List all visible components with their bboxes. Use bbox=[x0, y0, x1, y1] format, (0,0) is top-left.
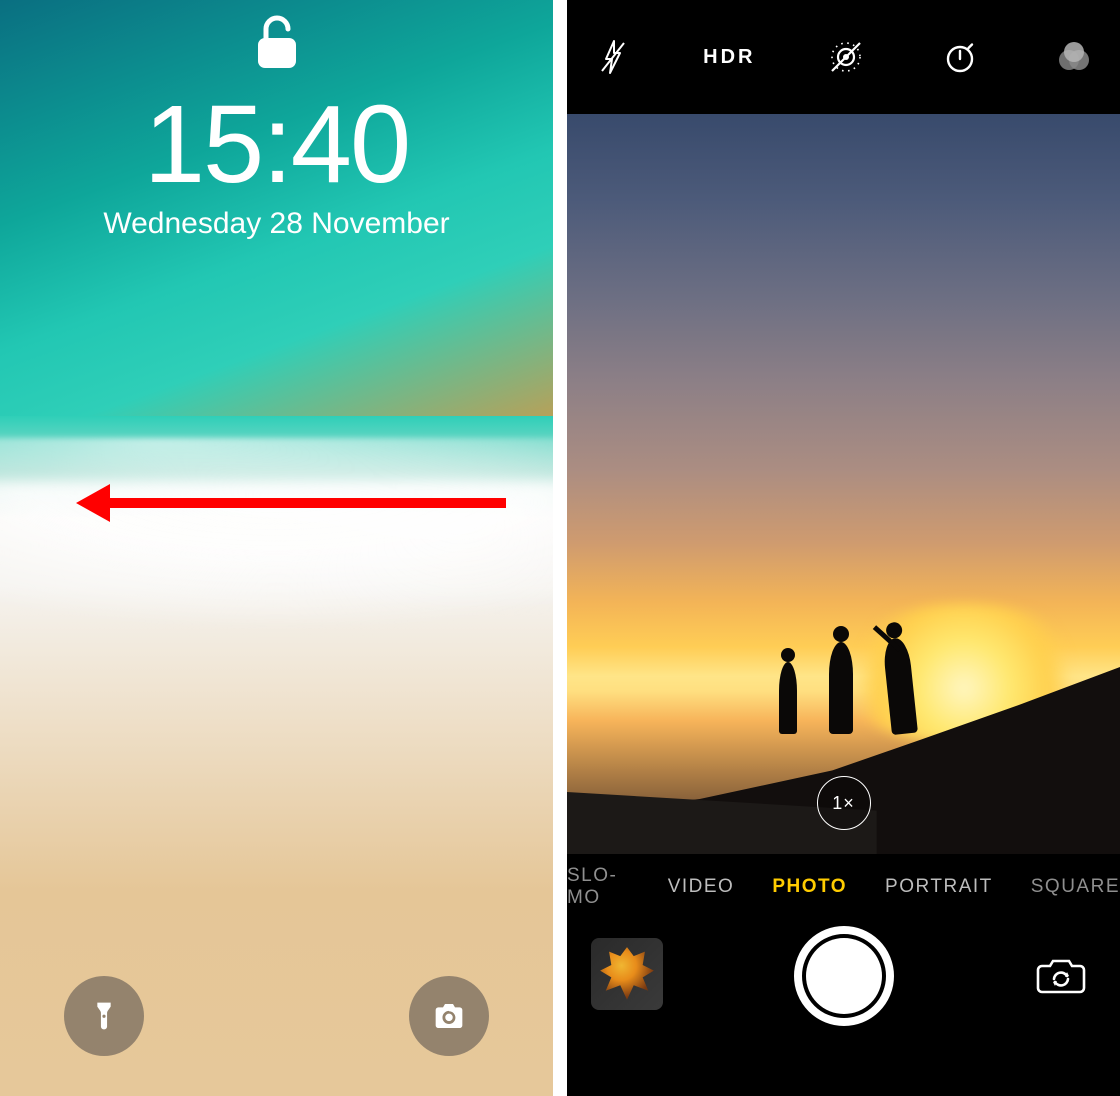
lockscreen-panel: 15:40 Wednesday 28 November bbox=[0, 0, 553, 1096]
flashlight-icon bbox=[88, 1000, 120, 1032]
flashlight-button[interactable] bbox=[64, 976, 144, 1056]
camera-button[interactable] bbox=[409, 976, 489, 1056]
unlock-icon bbox=[0, 14, 553, 77]
camera-icon bbox=[433, 1000, 465, 1032]
switch-camera-icon bbox=[1034, 952, 1088, 996]
live-photos-off-icon bbox=[826, 37, 866, 77]
flash-toggle[interactable] bbox=[589, 33, 637, 81]
shutter-button[interactable] bbox=[794, 926, 894, 1026]
mode-photo[interactable]: PHOTO bbox=[772, 876, 847, 898]
live-photos-toggle[interactable] bbox=[822, 33, 870, 81]
hdr-toggle[interactable]: HDR bbox=[703, 46, 755, 69]
camera-bottom-controls bbox=[567, 920, 1120, 1096]
mode-portrait[interactable]: PORTRAIT bbox=[885, 876, 993, 898]
mode-square[interactable]: SQUARE bbox=[1031, 876, 1120, 898]
switch-camera-button[interactable] bbox=[1034, 952, 1088, 996]
last-photo-thumbnail[interactable] bbox=[591, 938, 663, 1010]
camera-top-toolbar: HDR bbox=[567, 0, 1120, 114]
zoom-button[interactable]: 1× bbox=[817, 776, 871, 830]
mode-slomo[interactable]: SLO-MO bbox=[567, 865, 630, 909]
mode-video[interactable]: VIDEO bbox=[668, 876, 735, 898]
camera-viewfinder[interactable]: 1× bbox=[567, 114, 1120, 854]
lockscreen-time: 15:40 bbox=[0, 87, 553, 203]
filters-icon bbox=[1055, 40, 1093, 74]
lockscreen-date: Wednesday 28 November bbox=[0, 207, 553, 241]
timer-toggle[interactable] bbox=[936, 33, 984, 81]
flash-off-icon bbox=[598, 39, 628, 75]
filters-toggle[interactable] bbox=[1050, 33, 1098, 81]
timer-icon bbox=[943, 40, 977, 74]
scene-silhouettes bbox=[779, 614, 939, 734]
camera-app-panel: HDR bbox=[567, 0, 1120, 1096]
camera-mode-strip[interactable]: SLO-MO VIDEO PHOTO PORTRAIT SQUARE bbox=[567, 854, 1120, 920]
